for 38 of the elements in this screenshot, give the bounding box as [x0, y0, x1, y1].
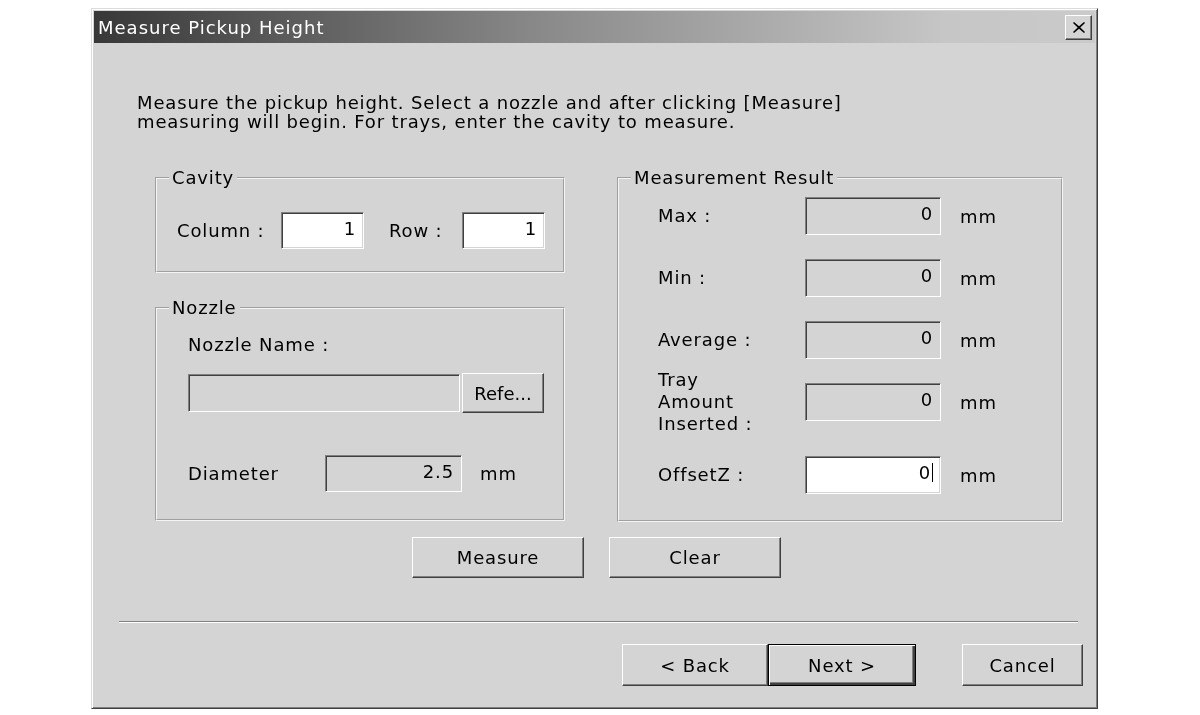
group-title: Cavity: [171, 168, 236, 187]
unit-label: mm: [480, 463, 517, 484]
reference-button[interactable]: Refe...: [462, 373, 544, 413]
unit-label: mm: [960, 391, 997, 413]
number-field[interactable]: 0: [805, 456, 941, 494]
unit-label: mm: [960, 329, 997, 351]
action-button[interactable]: Clear: [609, 537, 781, 578]
field-label: Row :: [389, 220, 444, 241]
close-button[interactable]: [1065, 14, 1092, 40]
text-field[interactable]: [188, 374, 460, 412]
number-field[interactable]: 2.5: [325, 455, 462, 492]
unit-label: mm: [960, 464, 997, 486]
number-field[interactable]: 0: [805, 321, 941, 359]
wizard-button[interactable]: Next >: [768, 644, 916, 686]
number-field[interactable]: 0: [805, 259, 941, 297]
field-label: Max :: [658, 205, 713, 227]
field-label: Average :: [658, 329, 753, 351]
wizard-button[interactable]: < Back: [622, 644, 768, 686]
unit-label: mm: [960, 205, 997, 227]
field-label: OffsetZ :: [658, 464, 746, 486]
number-field[interactable]: 1: [281, 212, 364, 249]
close-icon: [1072, 21, 1085, 33]
group-title: Measurement Result: [633, 168, 836, 187]
field-label: Tray Amount Inserted :: [658, 369, 754, 435]
number-field[interactable]: 0: [805, 383, 941, 421]
description-text: Measure the pickup height. Select a nozzle and after clicking [Measure] measuring will begin. For trays, enter the cavity to measure.: [137, 93, 843, 131]
field-label: Column :: [177, 220, 266, 241]
field-label: Min :: [658, 267, 707, 289]
action-button[interactable]: Measure: [412, 537, 584, 578]
window-title: Measure Pickup Height: [98, 16, 325, 38]
group-title: Nozzle: [171, 298, 238, 317]
field-label: Nozzle Name :: [188, 335, 331, 355]
number-field[interactable]: 1: [462, 212, 545, 249]
number-field[interactable]: 0: [805, 197, 941, 235]
wizard-button[interactable]: Cancel: [962, 644, 1083, 686]
text-cursor-icon: [932, 463, 933, 482]
field-label: Diameter: [188, 463, 280, 484]
unit-label: mm: [960, 267, 997, 289]
